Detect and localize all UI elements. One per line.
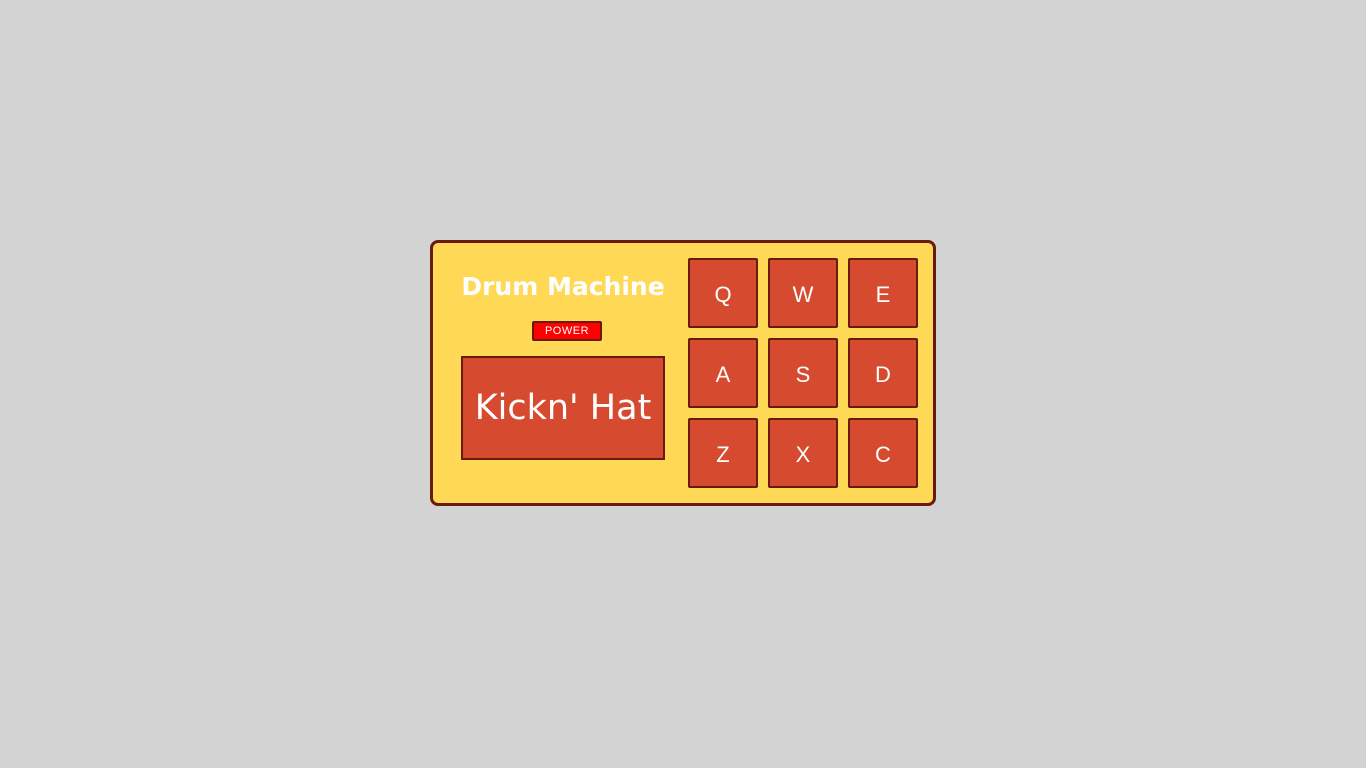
drum-pad-z[interactable]: Z: [688, 418, 758, 488]
drum-pad-s[interactable]: S: [768, 338, 838, 408]
drum-pad-d[interactable]: D: [848, 338, 918, 408]
app-title: Drum Machine: [461, 272, 665, 301]
drum-pad-e[interactable]: E: [848, 258, 918, 328]
sound-display: Kickn' Hat: [461, 356, 665, 460]
drum-machine: Drum Machine POWER Kickn' Hat Q W E A S …: [430, 240, 936, 506]
drum-pad-q[interactable]: Q: [688, 258, 758, 328]
power-button[interactable]: POWER: [532, 321, 602, 341]
drum-pad-w[interactable]: W: [768, 258, 838, 328]
drum-pad-c[interactable]: C: [848, 418, 918, 488]
drum-pad-x[interactable]: X: [768, 418, 838, 488]
drum-pad-a[interactable]: A: [688, 338, 758, 408]
